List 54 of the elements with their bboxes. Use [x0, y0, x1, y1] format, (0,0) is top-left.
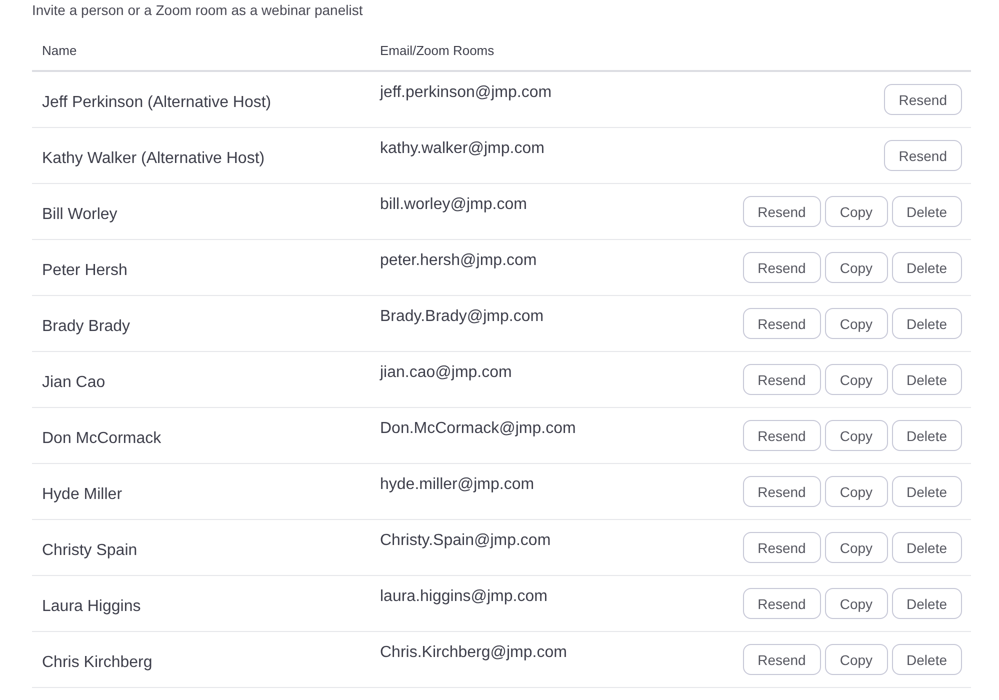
email-cell: jeff.perkinson@jmp.com [380, 84, 552, 101]
action-button[interactable]: Resend [884, 84, 962, 115]
action-button[interactable]: Resend [742, 532, 821, 563]
action-button[interactable]: Delete [892, 196, 962, 227]
action-button[interactable]: Resend [742, 644, 821, 675]
action-button[interactable]: Copy [824, 308, 888, 339]
name-cell: Kathy Walker (Alternative Host) [42, 150, 265, 166]
action-button[interactable]: Delete [892, 588, 962, 619]
action-button[interactable]: Delete [892, 644, 962, 675]
caption-text: Invite a person or a Zoom room as a webinar panelist [31, 1, 364, 20]
action-button[interactable]: Copy [824, 420, 888, 451]
action-button[interactable]: Delete [892, 532, 962, 563]
action-button[interactable]: Resend [742, 308, 821, 339]
email-cell: bill.worley@jmp.com [380, 196, 527, 213]
name-cell: Brady Brady [42, 318, 130, 334]
action-button[interactable]: Resend [742, 588, 821, 619]
name-cell: Laura Higgins [42, 598, 141, 614]
action-button[interactable]: Resend [742, 252, 821, 283]
action-button[interactable]: Copy [824, 252, 888, 283]
action-button[interactable]: Delete [892, 252, 962, 283]
name-cell: Christy Spain [42, 542, 138, 558]
column-header: Email/Zoom Rooms [380, 42, 496, 58]
email-cell: kathy.walker@jmp.com [380, 140, 544, 157]
name-cell: Bill Worley [42, 206, 118, 222]
action-button[interactable]: Resend [742, 420, 821, 451]
email-cell: jian.cao@jmp.com [380, 364, 512, 381]
name-cell: Don McCormack [42, 430, 162, 446]
action-button[interactable]: Resend [742, 196, 821, 227]
name-cell: Jian Cao [42, 374, 106, 390]
email-cell: Brady.Brady@jmp.com [380, 308, 544, 325]
action-button[interactable]: Resend [742, 476, 821, 507]
action-button[interactable]: Delete [892, 308, 962, 339]
name-cell: Jeff Perkinson (Alternative Host) [42, 94, 272, 110]
action-button[interactable]: Delete [892, 420, 962, 451]
action-button[interactable]: Copy [824, 532, 888, 563]
action-button[interactable]: Delete [892, 364, 962, 395]
name-cell: Chris Kirchberg [42, 654, 152, 670]
action-button[interactable]: Copy [824, 364, 888, 395]
email-cell: Christy.Spain@jmp.com [380, 532, 551, 549]
email-cell: laura.higgins@jmp.com [380, 588, 548, 605]
name-cell: Peter Hersh [42, 262, 128, 278]
name-cell: Hyde Miller [42, 486, 122, 502]
action-button[interactable]: Copy [824, 588, 888, 619]
action-button[interactable]: Resend [742, 364, 821, 395]
action-button[interactable]: Delete [892, 476, 962, 507]
email-cell: peter.hersh@jmp.com [380, 252, 537, 269]
email-cell: Chris.Kirchberg@jmp.com [380, 644, 567, 661]
action-button[interactable]: Copy [824, 196, 888, 227]
email-cell: hyde.miller@jmp.com [380, 476, 534, 493]
action-button[interactable]: Copy [824, 476, 888, 507]
action-button[interactable]: Resend [884, 140, 962, 171]
email-cell: Don.McCormack@jmp.com [380, 420, 576, 437]
column-header: Name [41, 42, 78, 58]
action-button[interactable]: Copy [824, 644, 888, 675]
